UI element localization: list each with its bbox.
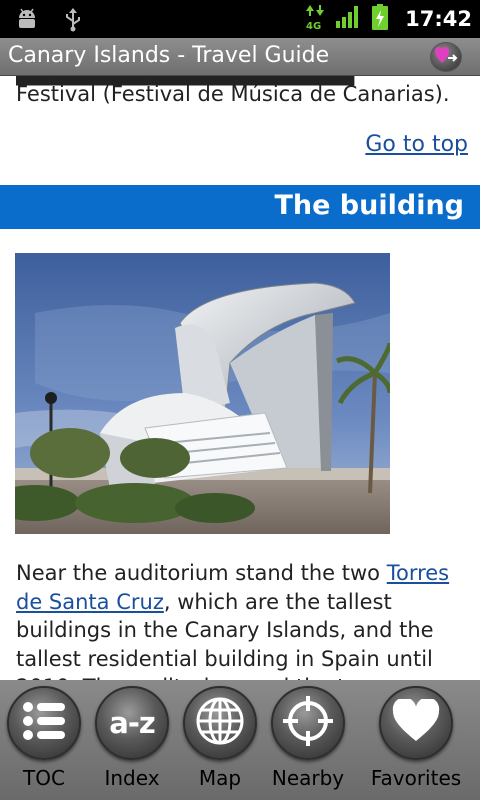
map-label: Map xyxy=(198,766,242,790)
svg-text:4G: 4G xyxy=(306,21,321,31)
a-z-icon: a-z xyxy=(109,706,155,740)
index-label: Index xyxy=(104,766,160,790)
heart-add-icon xyxy=(434,45,458,69)
section-paragraph: Near the auditorium stand the two Torres… xyxy=(16,559,471,680)
status-bar: 4G 17:42 xyxy=(0,0,480,38)
nearby-button-circle[interactable] xyxy=(271,686,345,760)
favorites-button[interactable]: Favorites xyxy=(352,680,480,800)
toc-button-circle[interactable] xyxy=(7,686,81,760)
favorites-button-circle[interactable] xyxy=(379,686,453,760)
section-header: The building xyxy=(0,185,480,229)
title-bar: Canary Islands - Travel Guide xyxy=(0,38,480,76)
add-favorite-button[interactable] xyxy=(430,42,462,72)
list-icon xyxy=(22,701,66,745)
toc-button[interactable]: TOC xyxy=(0,680,88,800)
map-button-circle[interactable] xyxy=(183,686,257,760)
crosshair-icon xyxy=(282,695,334,751)
bottom-toolbar: TOC a-z Index Map Nearby Favorites xyxy=(0,680,480,800)
status-time: 17:42 xyxy=(405,7,472,31)
data-arrows-icon: 4G xyxy=(305,3,325,35)
index-button-circle[interactable]: a-z xyxy=(95,686,169,760)
nearby-label: Nearby xyxy=(271,766,345,790)
app-title: Canary Islands - Travel Guide xyxy=(8,43,330,68)
article-content[interactable]: ████████████████████ Festival (Festival … xyxy=(0,76,480,680)
globe-icon xyxy=(195,696,245,750)
android-debug-icon xyxy=(14,6,40,36)
previous-paragraph-end: Festival (Festival de Música de Canarias… xyxy=(16,82,450,106)
nearby-button[interactable]: Nearby xyxy=(264,680,352,800)
go-to-top-link[interactable]: Go to top xyxy=(365,132,468,157)
auditorium-photo[interactable] xyxy=(15,253,390,534)
map-button[interactable]: Map xyxy=(176,680,264,800)
paragraph-text-start: Near the auditorium stand the two xyxy=(16,561,387,585)
index-button[interactable]: a-z Index xyxy=(88,680,176,800)
usb-icon xyxy=(62,6,84,36)
heart-icon xyxy=(391,697,441,747)
favorites-label: Favorites xyxy=(370,766,462,790)
section-title: The building xyxy=(274,190,464,221)
toc-label: TOC xyxy=(23,766,65,790)
signal-icon xyxy=(335,5,361,33)
battery-charging-icon xyxy=(371,3,389,35)
